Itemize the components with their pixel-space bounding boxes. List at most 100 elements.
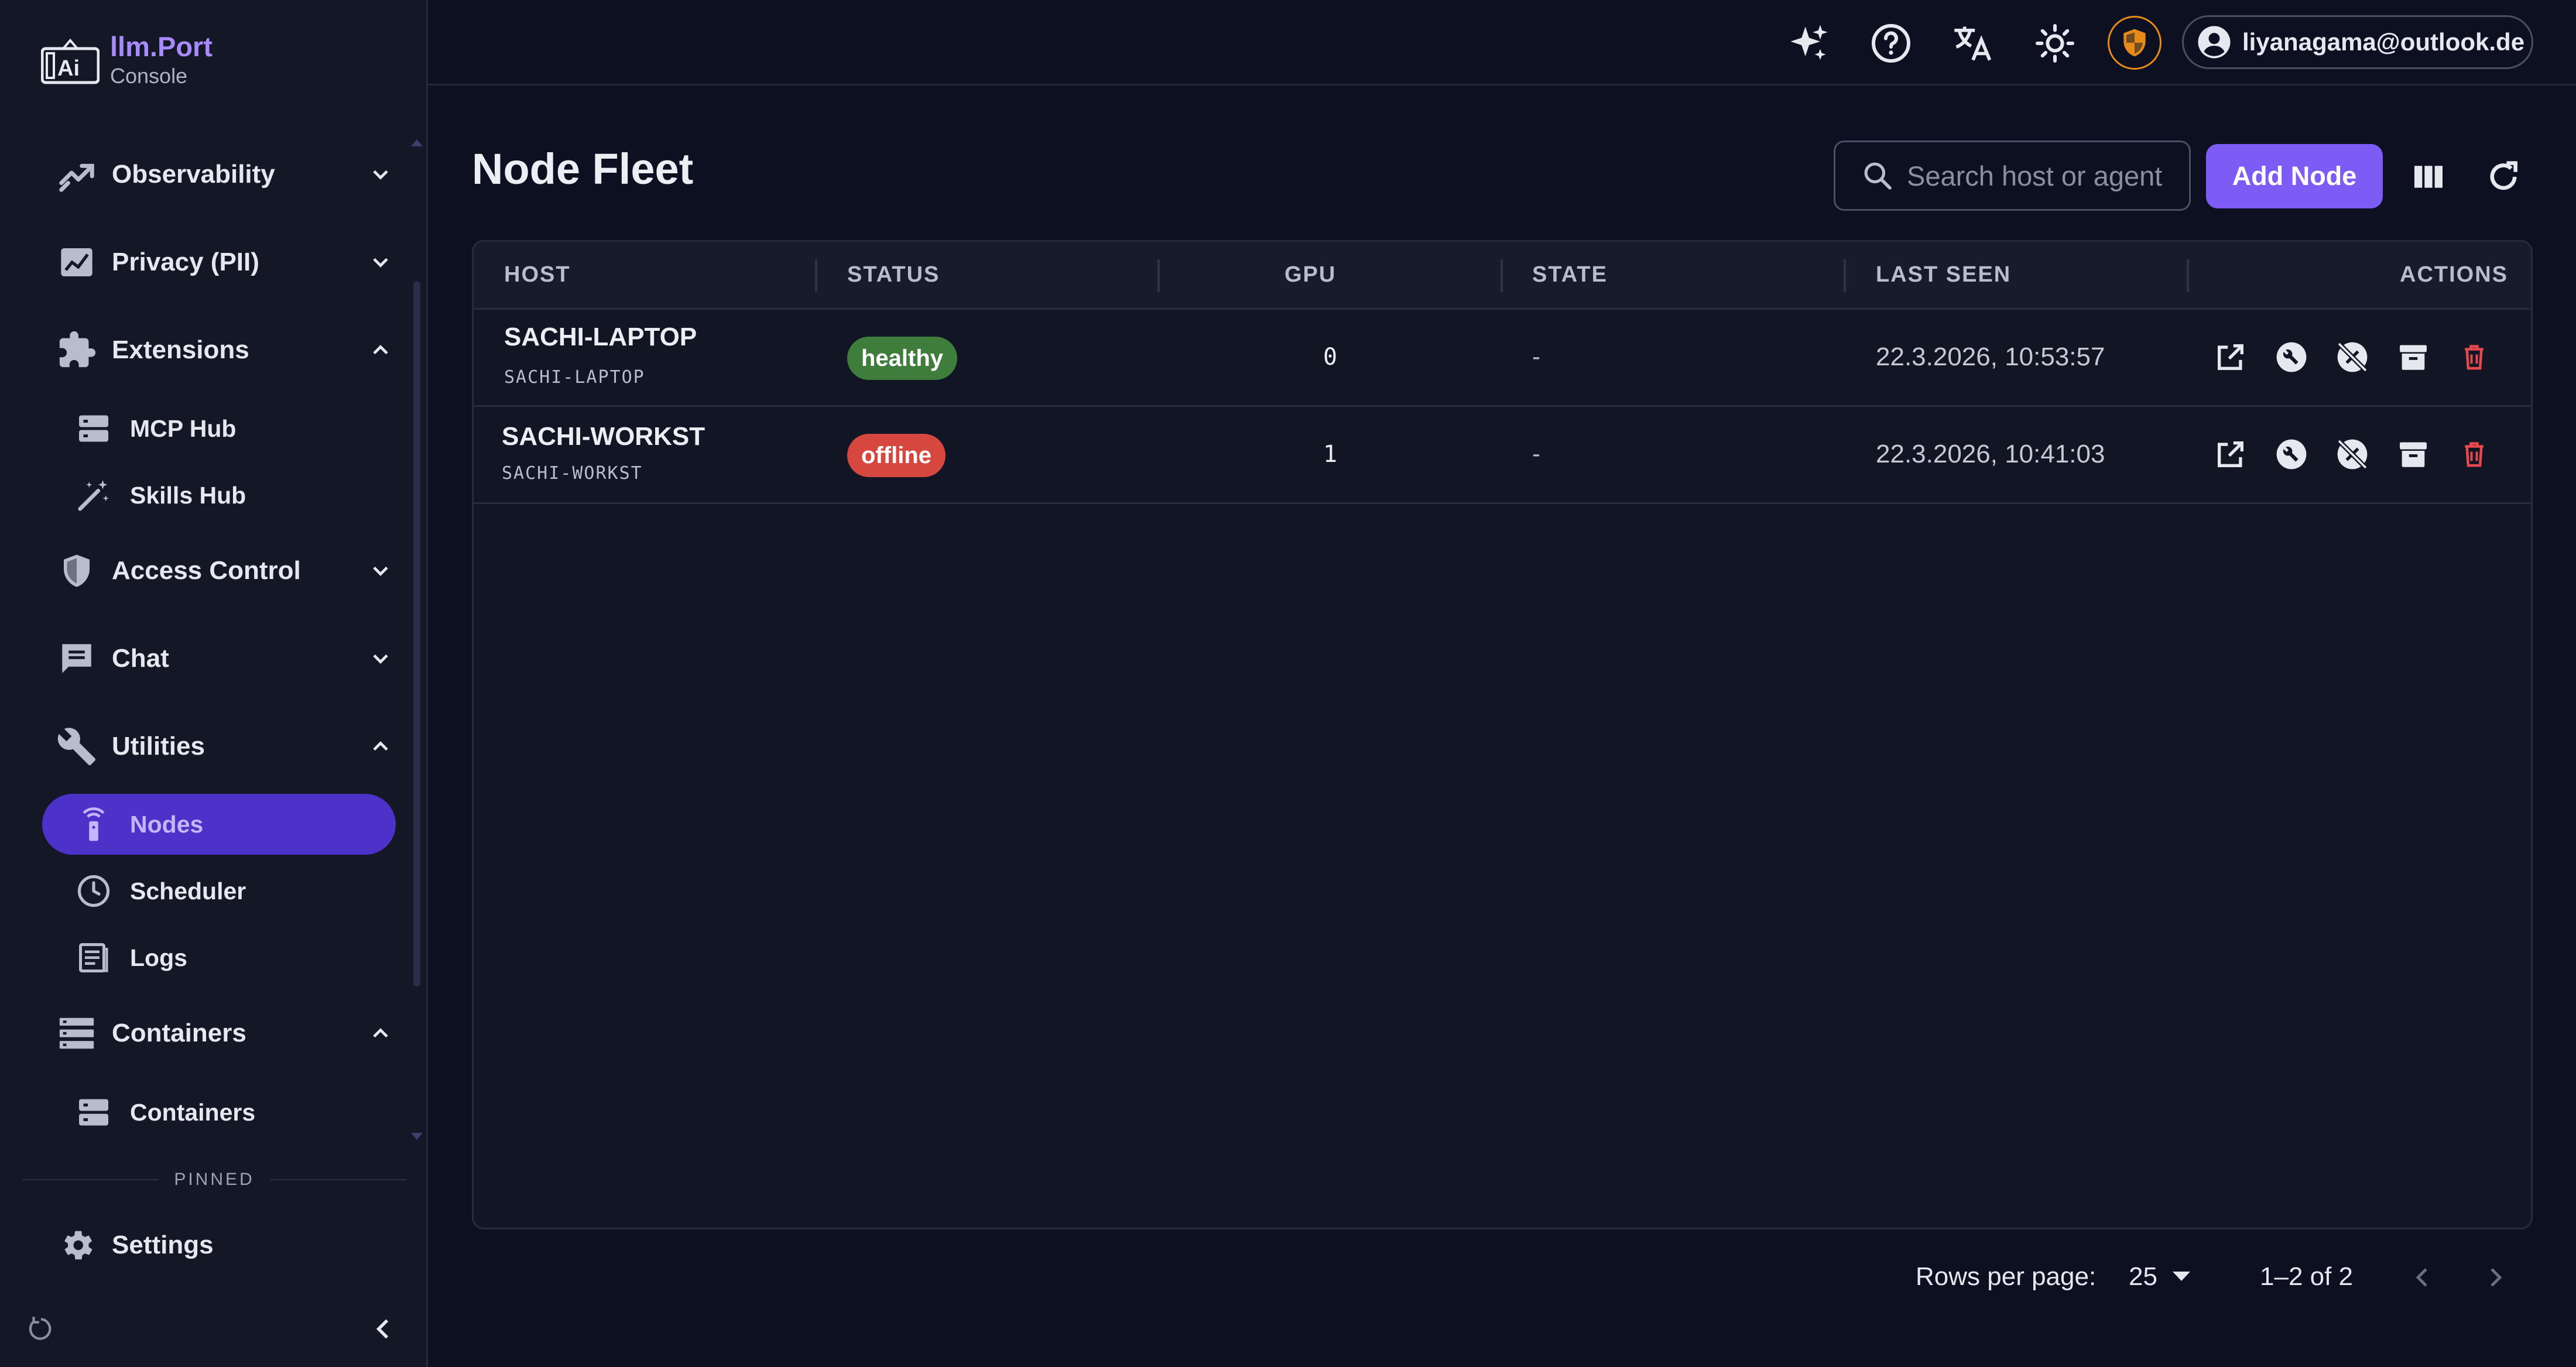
chevron-down-icon bbox=[366, 644, 395, 673]
rows-per-page-select[interactable]: 25 bbox=[2129, 1262, 2157, 1291]
column-header-actions: ACTIONS bbox=[2400, 262, 2508, 287]
next-page-icon[interactable] bbox=[2476, 1259, 2514, 1296]
security-shield-icon[interactable] bbox=[2108, 16, 2161, 70]
node-icon bbox=[75, 806, 112, 843]
avatar-icon bbox=[2198, 26, 2231, 59]
search-icon bbox=[1864, 162, 1892, 190]
last-seen: 22.3.2026, 10:41:03 bbox=[1876, 440, 2105, 468]
sidebar-item-label: Settings bbox=[112, 1231, 214, 1259]
node-state: - bbox=[1532, 440, 1540, 467]
sidebar-item-label: Containers bbox=[130, 1098, 256, 1126]
delete-icon[interactable] bbox=[2454, 337, 2495, 378]
theme-sun-icon[interactable] bbox=[2032, 20, 2078, 67]
columns-icon[interactable] bbox=[2405, 153, 2452, 200]
maintenance-icon[interactable] bbox=[2271, 434, 2312, 475]
sparkle-icon[interactable] bbox=[1786, 20, 1832, 67]
extensions-icon bbox=[56, 329, 98, 371]
host-id: SACHI-LAPTOP bbox=[504, 367, 645, 388]
column-resize-handle[interactable] bbox=[2187, 259, 2189, 292]
privacy-icon bbox=[56, 241, 98, 283]
open-external-icon[interactable] bbox=[2210, 434, 2251, 475]
maintenance-icon[interactable] bbox=[2271, 337, 2312, 378]
help-icon[interactable] bbox=[1868, 20, 1914, 67]
clock-icon bbox=[75, 872, 112, 910]
column-resize-handle[interactable] bbox=[1844, 259, 1846, 292]
sidebar-scrollbar[interactable] bbox=[413, 281, 420, 986]
reload-icon[interactable] bbox=[26, 1314, 56, 1344]
chat-icon bbox=[56, 638, 98, 680]
sidebar-group-access-control[interactable]: Access Control bbox=[56, 542, 395, 600]
host-id: SACHI-WORKST bbox=[502, 463, 643, 484]
sidebar-group-label: Privacy (PII) bbox=[112, 248, 259, 276]
svg-text:Ai: Ai bbox=[57, 56, 80, 81]
caret-down-icon[interactable] bbox=[2173, 1272, 2190, 1281]
column-resize-handle[interactable] bbox=[1157, 259, 1160, 292]
sidebar-scroll-up[interactable] bbox=[411, 139, 423, 146]
refresh-icon[interactable] bbox=[2480, 153, 2527, 200]
sidebar-group-label: Access Control bbox=[112, 556, 301, 585]
disable-node-icon[interactable] bbox=[2332, 434, 2373, 475]
column-header-state[interactable]: STATE bbox=[1532, 242, 1608, 308]
brand-logo-icon: Ai bbox=[41, 38, 100, 84]
search-box[interactable] bbox=[1834, 141, 2191, 211]
column-header-gpu[interactable]: GPU bbox=[1284, 242, 1336, 308]
node-table: HOST STATUS GPU STATE LAST SEEN ACTIONS … bbox=[472, 240, 2533, 1229]
column-resize-handle[interactable] bbox=[1501, 259, 1503, 292]
disable-node-icon[interactable] bbox=[2332, 337, 2373, 378]
chevron-up-icon bbox=[366, 335, 395, 365]
column-resize-handle[interactable] bbox=[815, 259, 817, 292]
sidebar-item-mcp-hub[interactable]: MCP Hub bbox=[42, 398, 396, 459]
sidebar-group-containers[interactable]: Containers bbox=[56, 1004, 395, 1063]
gpu-count: 0 bbox=[1323, 344, 1338, 371]
table-row[interactable]: SACHI-WORKST SACHI-WORKST offline 1 - 22… bbox=[474, 407, 2531, 504]
column-header-host[interactable]: HOST bbox=[504, 242, 571, 308]
sidebar-group-privacy[interactable]: Privacy (PII) bbox=[56, 233, 395, 292]
collapse-sidebar-icon[interactable] bbox=[369, 1314, 398, 1344]
sidebar-item-label: Skills Hub bbox=[130, 481, 246, 509]
sidebar-item-settings[interactable]: Settings bbox=[56, 1216, 395, 1275]
sidebar-group-chat[interactable]: Chat bbox=[56, 629, 395, 688]
sidebar-group-observability[interactable]: Observability bbox=[56, 145, 395, 204]
open-external-icon[interactable] bbox=[2210, 337, 2251, 378]
archive-icon[interactable] bbox=[2393, 434, 2434, 475]
delete-icon[interactable] bbox=[2454, 434, 2495, 475]
host-name: SACHI-WORKST bbox=[502, 422, 705, 451]
shield-icon bbox=[56, 550, 98, 592]
chevron-up-icon bbox=[366, 1019, 395, 1048]
pinned-label: PINNED bbox=[174, 1170, 255, 1189]
sidebar-item-scheduler[interactable]: Scheduler bbox=[42, 861, 396, 921]
sidebar-group-extensions[interactable]: Extensions bbox=[56, 321, 395, 379]
brand-subtitle: Console bbox=[110, 64, 188, 88]
sidebar-group-utilities[interactable]: Utilities bbox=[56, 717, 395, 776]
column-header-status[interactable]: STATUS bbox=[847, 242, 940, 308]
sidebar-item-containers[interactable]: Containers bbox=[42, 1082, 396, 1143]
chevron-down-icon bbox=[366, 160, 395, 189]
column-header-last-seen[interactable]: LAST SEEN bbox=[1876, 242, 2011, 308]
previous-page-icon[interactable] bbox=[2404, 1259, 2441, 1296]
table-row[interactable]: SACHI-LAPTOP SACHI-LAPTOP healthy 0 - 22… bbox=[474, 310, 2531, 407]
app-window: Ai llm.Port Console Observability Privac… bbox=[0, 0, 2576, 1367]
sidebar-group-label: Extensions bbox=[112, 335, 249, 364]
translate-icon[interactable] bbox=[1950, 20, 1996, 67]
gear-icon bbox=[56, 1224, 98, 1266]
sidebar-item-skills-hub[interactable]: Skills Hub bbox=[42, 465, 396, 526]
chevron-down-icon bbox=[366, 556, 395, 585]
page-title: Node Fleet bbox=[472, 145, 694, 193]
brand[interactable]: Ai llm.Port Console bbox=[41, 33, 213, 88]
status-badge: healthy bbox=[847, 337, 958, 380]
sidebar-item-logs[interactable]: Logs bbox=[42, 927, 396, 988]
add-node-button[interactable]: Add Node bbox=[2206, 144, 2383, 208]
last-seen: 22.3.2026, 10:53:57 bbox=[1876, 342, 2105, 371]
archive-icon[interactable] bbox=[2393, 337, 2434, 378]
search-input[interactable] bbox=[1906, 159, 2177, 193]
observability-icon bbox=[56, 153, 98, 196]
sidebar: Ai llm.Port Console Observability Privac… bbox=[0, 0, 428, 1367]
divider bbox=[22, 1179, 159, 1180]
rows-per-page-label: Rows per page: bbox=[1916, 1262, 2097, 1291]
server-icon bbox=[75, 410, 112, 447]
chevron-down-icon bbox=[366, 248, 395, 277]
sidebar-item-nodes[interactable]: Nodes bbox=[42, 794, 396, 855]
user-menu-button[interactable]: liyanagama@outlook.de bbox=[2182, 15, 2533, 69]
containers-icon bbox=[56, 1012, 98, 1054]
sidebar-scroll-down[interactable] bbox=[411, 1133, 423, 1140]
